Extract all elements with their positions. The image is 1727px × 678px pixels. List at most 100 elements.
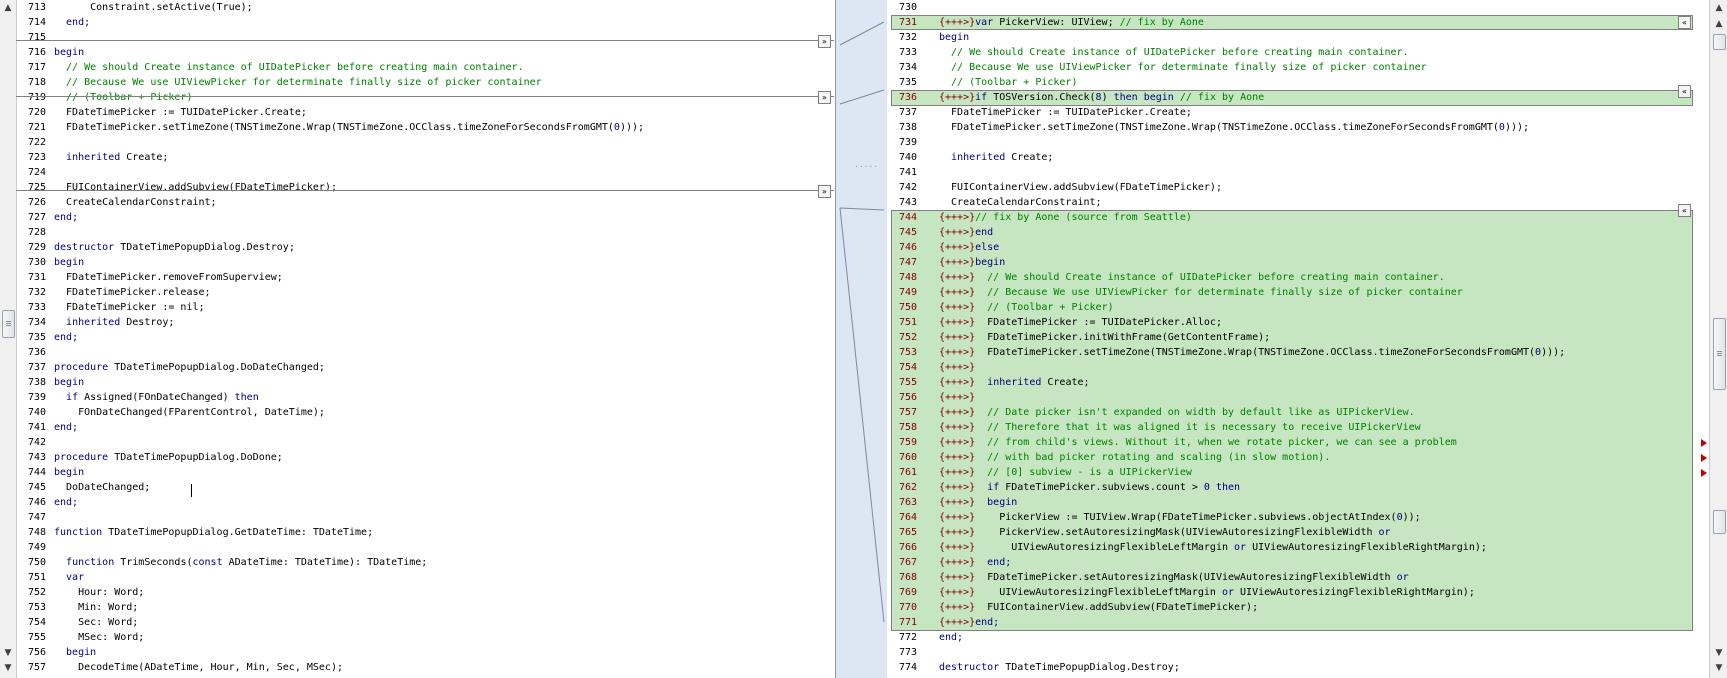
code-line[interactable]: 744 begin [16, 465, 835, 480]
code-line[interactable]: 766 {+++>} UIViewAutoresizingFlexibleLeft… [887, 540, 1709, 555]
code-line[interactable]: 770 {+++>} FUIContainerView.addSubview(FD… [887, 600, 1709, 615]
code-line[interactable]: 731 {+++>}var PickerView: UIView; // fix … [887, 15, 1709, 30]
code-line[interactable]: 722 [16, 135, 835, 150]
code-line[interactable]: 732 begin [887, 30, 1709, 45]
code-line[interactable]: 750 {+++>} // (Toolbar + Picker) [887, 300, 1709, 315]
code-line[interactable]: 741 [887, 165, 1709, 180]
code-line[interactable]: 732 FDateTimePicker.release; [16, 285, 835, 300]
code-line[interactable]: 754 {+++>} [887, 360, 1709, 375]
code-line[interactable]: 734 inherited Destroy; [16, 315, 835, 330]
code-line[interactable]: 733 // We should Create instance of UIDa… [887, 45, 1709, 60]
merge-left-icon[interactable]: « [1678, 85, 1691, 98]
code-line[interactable]: 742 FUIContainerView.addSubview(FDateTim… [887, 180, 1709, 195]
code-line[interactable]: 738 FDateTimePicker.setTimeZone(TNSTimeZ… [887, 120, 1709, 135]
code-line[interactable]: 716 begin [16, 45, 835, 60]
code-line[interactable]: 733 FDateTimePicker := nil; [16, 300, 835, 315]
code-line[interactable]: 756 {+++>} [887, 390, 1709, 405]
code-line[interactable]: 755 MSec: Word; [16, 630, 835, 645]
code-line[interactable]: 751 var [16, 570, 835, 585]
code-line[interactable]: 721 FDateTimePicker.setTimeZone(TNSTimeZ… [16, 120, 835, 135]
merge-right-icon[interactable]: » [818, 91, 831, 104]
code-line[interactable]: 713 Constraint.setActive(True); [16, 0, 835, 15]
code-line[interactable]: 753 Min: Word; [16, 600, 835, 615]
code-line[interactable]: 720 FDateTimePicker := TUIDatePicker.Cre… [16, 105, 835, 120]
code-line[interactable]: 734 // Because We use UIViewPicker for d… [887, 60, 1709, 75]
code-line[interactable]: 755 {+++>} inherited Create; [887, 375, 1709, 390]
right-code-lines[interactable]: 730 731 {+++>}var PickerView: UIView; // f… [887, 0, 1709, 678]
code-line[interactable]: 760 {+++>} // with bad picker rotating an… [887, 450, 1709, 465]
code-line[interactable]: 748 function TDateTimePopupDialog.GetDate… [16, 525, 835, 540]
code-line[interactable]: 745 {+++>}end [887, 225, 1709, 240]
scroll-up-icon[interactable]: ▲ [1713, 2, 1725, 14]
code-line[interactable]: 719 // (Toolbar + Picker) [16, 90, 835, 105]
left-scrollbar-thumb[interactable] [2, 310, 15, 338]
code-line[interactable]: 761 {+++>} // [0] subview - is a UIPicker… [887, 465, 1709, 480]
code-line[interactable]: 749 {+++>} // Because We use UIViewPicker… [887, 285, 1709, 300]
left-code-lines[interactable]: 713 Constraint.setActive(True); 714 end; 7… [16, 0, 835, 678]
code-line[interactable]: 724 [16, 165, 835, 180]
code-line[interactable]: 743 procedure TDateTimePopupDialog.DoDone… [16, 450, 835, 465]
right-scrollbar-thumb-bottom[interactable] [1713, 510, 1726, 534]
code-line[interactable]: 746 end; [16, 495, 835, 510]
code-line[interactable]: 742 [16, 435, 835, 450]
code-line[interactable]: 738 begin [16, 375, 835, 390]
code-line[interactable]: 757 {+++>} // Date picker isn't expanded … [887, 405, 1709, 420]
right-scrollbar-thumb-top[interactable] [1713, 34, 1726, 50]
code-line[interactable]: 750 function TrimSeconds(const ADateTime… [16, 555, 835, 570]
code-line[interactable]: 748 {+++>} // We should Create instance o… [887, 270, 1709, 285]
code-line[interactable]: 725 FUIContainerView.addSubview(FDateTim… [16, 180, 835, 195]
code-line[interactable]: 764 {+++>} PickerView := TUIView.Wrap(FDa… [887, 510, 1709, 525]
code-line[interactable]: 749 [16, 540, 835, 555]
right-code-pane[interactable]: 730 731 {+++>}var PickerView: UIView; // f… [887, 0, 1709, 678]
code-line[interactable]: 735 end; [16, 330, 835, 345]
code-line[interactable]: 771 {+++>}end; [887, 615, 1709, 630]
code-line[interactable]: 758 {+++>} // Therefore that it was align… [887, 420, 1709, 435]
left-vertical-scrollbar[interactable]: ▲ ▼ ▼ [0, 0, 17, 678]
code-line[interactable]: 728 [16, 225, 835, 240]
code-line[interactable]: 768 {+++>} FDateTimePicker.setAutoresizin… [887, 570, 1709, 585]
code-line[interactable]: 727 end; [16, 210, 835, 225]
code-line[interactable]: 740 inherited Create; [887, 150, 1709, 165]
code-line[interactable]: 744 {+++>}// fix by Aone (source from Sea… [887, 210, 1709, 225]
scroll-down-icon[interactable]: ▼ [1713, 647, 1725, 659]
code-line[interactable]: 769 {+++>} UIViewAutoresizingFlexibleLeft… [887, 585, 1709, 600]
code-line[interactable]: 756 begin [16, 645, 835, 660]
code-line[interactable]: 736 [16, 345, 835, 360]
code-line[interactable]: 757 DecodeTime(ADateTime, Hour, Min, Sec… [16, 660, 835, 675]
merge-left-icon[interactable]: « [1678, 204, 1691, 217]
right-scrollbar-thumb[interactable] [1713, 318, 1726, 390]
merge-left-icon[interactable]: « [1678, 16, 1691, 29]
code-line[interactable]: 751 {+++>} FDateTimePicker := TUIDatePick… [887, 315, 1709, 330]
code-line[interactable]: 765 {+++>} PickerView.setAutoresizingMask… [887, 525, 1709, 540]
code-line[interactable]: 773 [887, 645, 1709, 660]
code-line[interactable]: 740 FOnDateChanged(FParentControl, DateT… [16, 405, 835, 420]
code-line[interactable]: 741 end; [16, 420, 835, 435]
code-line[interactable]: 763 {+++>} begin [887, 495, 1709, 510]
code-line[interactable]: 731 FDateTimePicker.removeFromSuperview; [16, 270, 835, 285]
code-line[interactable]: 753 {+++>} FDateTimePicker.setTimeZone(TN… [887, 345, 1709, 360]
code-line[interactable]: 752 {+++>} FDateTimePicker.initWithFrame(… [887, 330, 1709, 345]
merge-right-icon[interactable]: » [818, 185, 831, 198]
scroll-down-icon[interactable]: ▼ [2, 662, 14, 674]
code-line[interactable]: 747 {+++>}begin [887, 255, 1709, 270]
code-line[interactable]: 747 [16, 510, 835, 525]
code-line[interactable]: 730 begin [16, 255, 835, 270]
code-line[interactable]: 739 [887, 135, 1709, 150]
code-line[interactable]: 737 procedure TDateTimePopupDialog.DoDate… [16, 360, 835, 375]
code-line[interactable]: 726 CreateCalendarConstraint; [16, 195, 835, 210]
left-code-pane[interactable]: ▲ ▼ ▼ 713 Constraint.setActive(True); 714… [0, 0, 835, 678]
code-line[interactable]: 737 FDateTimePicker := TUIDatePicker.Cre… [887, 105, 1709, 120]
scroll-down-icon[interactable]: ▼ [2, 647, 14, 659]
code-line[interactable]: 745 DoDateChanged; [16, 480, 835, 495]
code-line[interactable]: 739 if Assigned(FOnDateChanged) then [16, 390, 835, 405]
code-line[interactable]: 723 inherited Create; [16, 150, 835, 165]
code-line[interactable]: 736 {+++>}if TOSVersion.Check(8) then beg… [887, 90, 1709, 105]
scroll-down-icon[interactable]: ▼ [1713, 662, 1725, 674]
code-line[interactable]: 715 [16, 30, 835, 45]
code-line[interactable]: 730 [887, 0, 1709, 15]
code-line[interactable]: 718 // Because We use UIViewPicker for d… [16, 75, 835, 90]
right-vertical-scrollbar[interactable]: ▲ ▲ ▼ ▼ [1709, 0, 1727, 678]
scroll-up-icon[interactable]: ▲ [1713, 18, 1725, 30]
merge-right-icon[interactable]: » [818, 35, 831, 48]
code-line[interactable]: 772 end; [887, 630, 1709, 645]
